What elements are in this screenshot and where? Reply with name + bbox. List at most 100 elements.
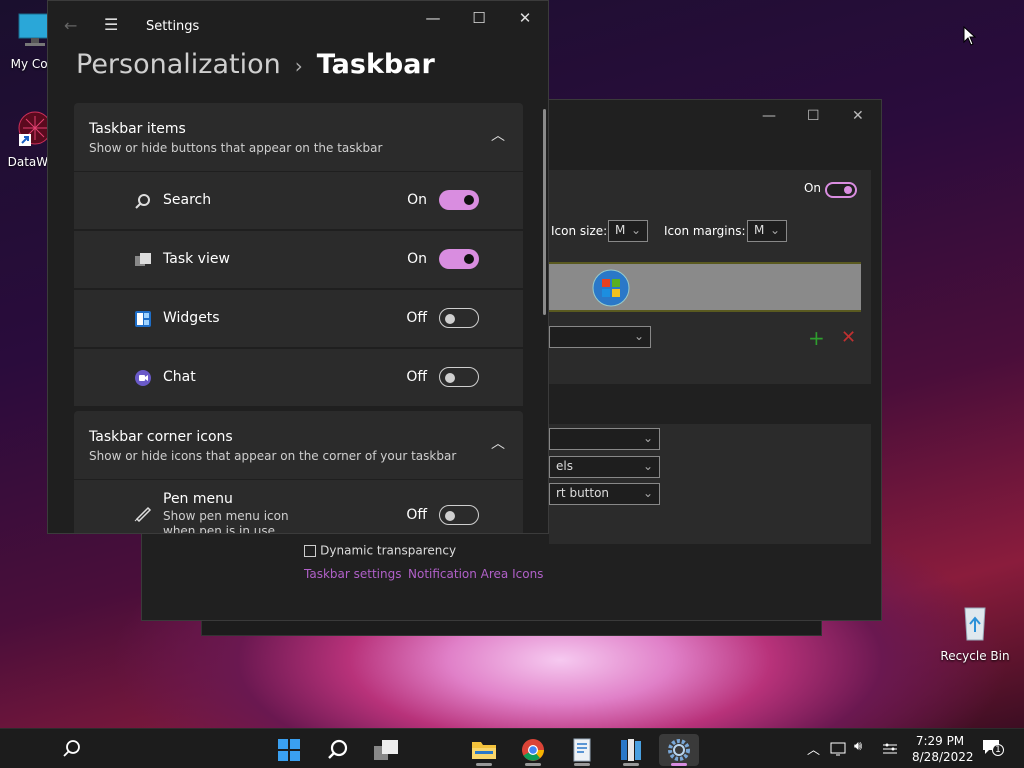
toggle-state: Off: [406, 507, 427, 523]
taskbar-search-button[interactable]: [318, 734, 358, 766]
chrome-button[interactable]: [513, 734, 553, 766]
toggle-knob: [445, 373, 455, 383]
taskbar-settings-link[interactable]: Taskbar settings: [304, 567, 401, 581]
chat-toggle[interactable]: [439, 367, 479, 387]
start-button[interactable]: [269, 734, 309, 766]
pen-menu-toggle[interactable]: [439, 505, 479, 525]
archive-icon: [621, 739, 641, 761]
desktop-icon-label: Recycle Bin: [940, 649, 1010, 663]
combo-3-value: rt button: [556, 486, 610, 500]
toggle-knob: [464, 195, 474, 205]
settings-window[interactable]: ← ☰ Settings — ☐ ✕ Personalization › Taskb…: [47, 0, 549, 534]
close-icon[interactable]: ✕: [852, 108, 864, 124]
document-icon: [573, 738, 591, 762]
chevron-up-icon[interactable]: ︿: [491, 433, 505, 453]
icon-margins-combo[interactable]: M ⌄: [747, 220, 787, 242]
widgets-icon: [135, 311, 151, 327]
network-icon[interactable]: [830, 741, 846, 757]
row-label: Chat: [163, 369, 196, 385]
add-icon[interactable]: +: [808, 326, 825, 350]
chevron-up-icon[interactable]: ︿: [491, 125, 505, 145]
minimize-icon[interactable]: —: [762, 108, 776, 124]
running-indicator: [574, 763, 590, 766]
folder-icon: [472, 742, 496, 759]
hamburger-menu-icon[interactable]: ☰: [104, 15, 118, 34]
remove-icon[interactable]: ✕: [841, 327, 856, 348]
breadcrumb-parent[interactable]: Personalization: [76, 49, 281, 80]
notepad-button[interactable]: [562, 734, 602, 766]
desktop-icon-recycle-bin[interactable]: Recycle Bin: [940, 602, 1010, 663]
toggle-state-label: On: [803, 181, 821, 195]
row-label: Task view: [163, 251, 230, 267]
chevron-up-icon[interactable]: ︿: [807, 739, 820, 758]
volume-icon[interactable]: 🔊︎: [854, 739, 862, 754]
toggle-state: Off: [406, 310, 427, 326]
task-view-icon: [374, 740, 398, 760]
file-explorer-button[interactable]: [464, 734, 504, 766]
widgets-toggle[interactable]: [439, 308, 479, 328]
icon-margins-label: Icon margins:: [664, 224, 746, 238]
windows-logo-icon: [278, 739, 300, 761]
taskbar-preview: [549, 262, 861, 312]
close-icon[interactable]: ✕: [510, 9, 540, 27]
combo-2-value: els: [556, 459, 573, 473]
taskbar: ︿ 🔊︎ 7:29 PM 8/28/2022 1: [0, 728, 1024, 768]
toggle-knob: [464, 254, 474, 264]
group-title: Taskbar items: [89, 121, 186, 137]
toggle-state: On: [407, 251, 427, 267]
toggle-state: Off: [406, 369, 427, 385]
back-arrow-icon[interactable]: ←: [64, 16, 77, 35]
search-toggle[interactable]: [439, 190, 479, 210]
combo-1[interactable]: ⌄: [549, 428, 660, 450]
toggle-state: On: [407, 192, 427, 208]
scrollbar[interactable]: [543, 109, 546, 315]
maximize-icon[interactable]: ☐: [807, 108, 820, 124]
combo-panel: ⌄ els ⌄ rt button ⌄: [549, 424, 871, 544]
row-task-view: Task view On: [74, 231, 523, 288]
settings-button[interactable]: [659, 734, 699, 766]
toggle-knob: [844, 186, 852, 194]
app-title: Settings: [146, 19, 200, 34]
preview-combo[interactable]: ⌄: [549, 326, 651, 348]
search-icon[interactable]: [62, 739, 82, 759]
clock-date: 8/28/2022: [912, 750, 974, 764]
running-indicator: [525, 763, 541, 766]
row-label: Widgets: [163, 310, 220, 326]
dynamic-transparency-checkbox[interactable]: Dynamic transparency: [304, 543, 456, 558]
toggle-knob: [445, 511, 455, 521]
clock[interactable]: 7:29 PM 8/28/2022: [912, 733, 974, 765]
icon-size-combo[interactable]: M ⌄: [608, 220, 648, 242]
combo-3[interactable]: rt button ⌄: [549, 483, 660, 505]
chevron-down-icon: ⌄: [769, 223, 780, 237]
task-view-button[interactable]: [366, 734, 406, 766]
gear-icon: [668, 739, 690, 761]
dynamic-transparency-label: Dynamic transparency: [320, 543, 457, 558]
notification-count-badge: 1: [992, 744, 1004, 756]
corner-icons-header[interactable]: Taskbar corner icons Show or hide icons …: [74, 411, 523, 479]
combo-2[interactable]: els ⌄: [549, 456, 660, 478]
chevron-down-icon: ⌄: [642, 459, 653, 473]
chevron-down-icon: ⌄: [630, 223, 641, 237]
icon-settings-panel: Icon size: M ⌄ Icon margins: M ⌄ ⌄ + ✕: [549, 214, 871, 384]
icon-margins-value: M: [754, 223, 765, 237]
row-widgets: Widgets Off: [74, 290, 523, 347]
task-view-icon: [135, 253, 151, 266]
row-chat: Chat Off: [74, 349, 523, 406]
chrome-icon: [522, 739, 544, 761]
input-settings-icon[interactable]: [882, 741, 898, 757]
mouse-cursor-icon: [963, 26, 977, 46]
breadcrumb-separator: ›: [294, 54, 303, 78]
notification-area-icons-link[interactable]: Notification Area Icons: [408, 567, 543, 581]
row-search: Search On: [74, 172, 523, 229]
archive-app-button[interactable]: [611, 734, 651, 766]
maximize-icon[interactable]: ☐: [464, 9, 494, 27]
search-icon: [328, 739, 348, 759]
task-view-toggle[interactable]: [439, 249, 479, 269]
taskbar-items-header[interactable]: Taskbar items Show or hide buttons that …: [74, 103, 523, 171]
checkbox-box[interactable]: [304, 544, 316, 557]
dynamic-toggle[interactable]: [825, 182, 857, 198]
notification-center-button[interactable]: 1: [982, 738, 1006, 760]
minimize-icon[interactable]: —: [418, 9, 448, 27]
breadcrumb: Personalization › Taskbar: [76, 49, 435, 80]
running-indicator: [623, 763, 639, 766]
